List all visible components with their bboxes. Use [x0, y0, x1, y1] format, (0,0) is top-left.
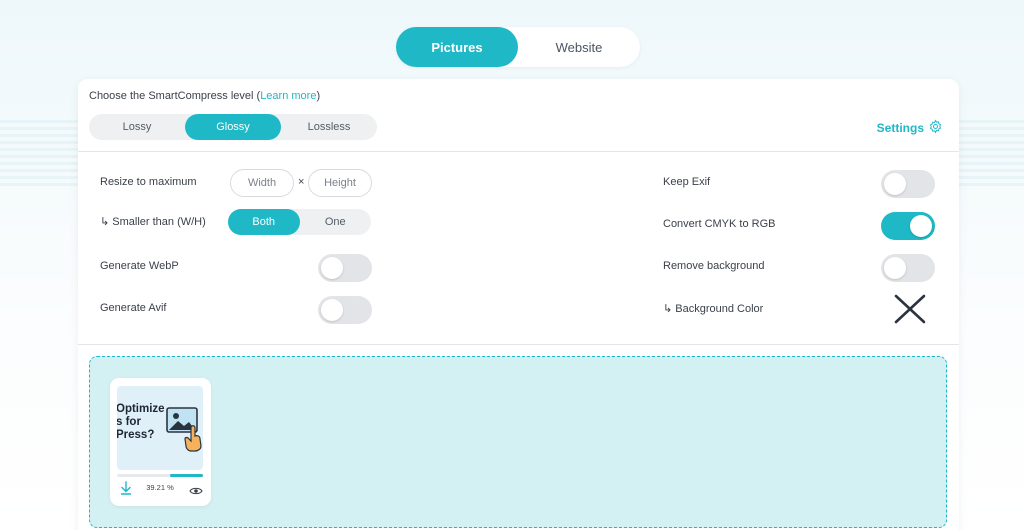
x-icon [894, 294, 926, 324]
remove-background-label: Remove background [663, 260, 765, 272]
compress-level-caption: Choose the SmartCompress level (Learn mo… [89, 90, 320, 102]
cmyk-toggle[interactable] [881, 212, 935, 240]
smaller-both-button[interactable]: Both [228, 209, 300, 235]
avif-toggle[interactable] [318, 296, 372, 324]
mode-switch: Pictures Website [396, 27, 640, 67]
toggle-knob [321, 257, 343, 279]
tab-website[interactable]: Website [518, 27, 640, 67]
file-thumbnail: Optimize s for Press? [117, 386, 203, 470]
keep-exif-label: Keep Exif [663, 176, 711, 188]
thumbnail-text: Optimize s for Press? [117, 403, 165, 441]
image-pointer-icon [166, 407, 202, 452]
level-glossy-button[interactable]: Glossy [185, 114, 281, 140]
smaller-than-selector: Both One [228, 209, 371, 235]
settings-button[interactable]: Settings [877, 119, 943, 137]
compression-progress [117, 474, 203, 477]
settings-label: Settings [876, 121, 924, 135]
toggle-knob [321, 299, 343, 321]
uploaded-file-card[interactable]: Optimize s for Press? 39.21 % [110, 378, 211, 506]
tab-pictures[interactable]: Pictures [396, 27, 518, 67]
learn-more-link[interactable]: Learn more [260, 90, 316, 102]
remove-background-toggle[interactable] [881, 254, 935, 282]
level-lossless-button[interactable]: Lossless [281, 114, 377, 140]
times-sign: × [298, 176, 305, 188]
webp-label: Generate WebP [100, 260, 179, 272]
section-divider [78, 344, 959, 345]
toggle-knob [884, 173, 906, 195]
smaller-than-label: ↳ Smaller than (W/H) [100, 216, 206, 228]
upload-dropzone[interactable]: Optimize s for Press? 39.21 % [89, 356, 947, 528]
eye-icon[interactable] [189, 483, 203, 501]
compress-level-selector: Lossy Glossy Lossless [89, 114, 377, 140]
toggle-knob [884, 257, 906, 279]
keep-exif-toggle[interactable] [881, 170, 935, 198]
background-color-label: ↳ Background Color [663, 303, 764, 315]
height-input[interactable] [308, 169, 372, 197]
width-input[interactable] [230, 169, 294, 197]
caption-suffix: ) [316, 90, 321, 102]
resize-label: Resize to maximum [100, 176, 197, 188]
toggle-knob [910, 215, 932, 237]
compress-settings-card: Choose the SmartCompress level (Learn mo… [78, 79, 959, 530]
caption-prefix: Choose the SmartCompress level ( [89, 90, 261, 102]
file-meta: 39.21 % [117, 481, 203, 497]
progress-fill [170, 474, 203, 477]
cmyk-label: Convert CMYK to RGB [663, 218, 776, 230]
smaller-one-button[interactable]: One [300, 209, 372, 235]
background-color-swatch[interactable] [893, 294, 927, 324]
section-divider [78, 151, 959, 152]
gear-icon [928, 119, 943, 137]
webp-toggle[interactable] [318, 254, 372, 282]
level-lossy-button[interactable]: Lossy [89, 114, 185, 140]
avif-label: Generate Avif [100, 302, 167, 314]
